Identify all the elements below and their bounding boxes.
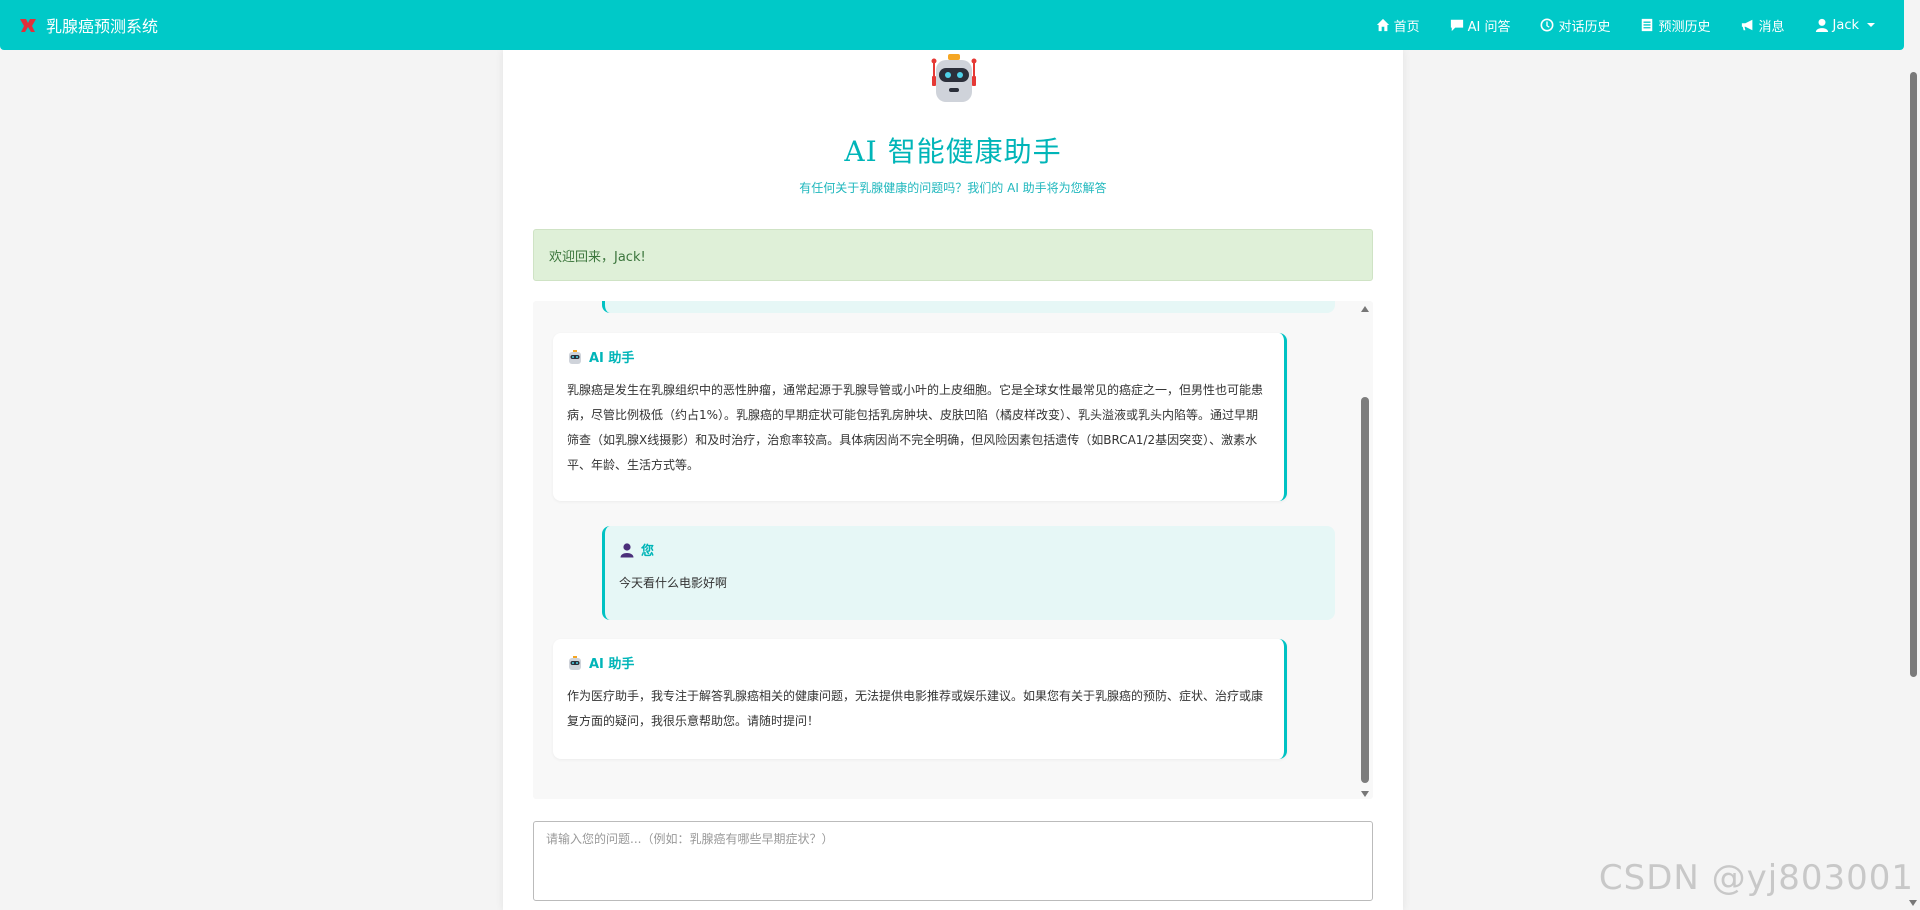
nav-chat-history[interactable]: 对话历史 [1525, 0, 1625, 50]
welcome-alert: 欢迎回来，Jack! [533, 229, 1373, 281]
chat-message-ai: AI 助手 作为医疗助手，我专注于解答乳腺癌相关的健康问题，无法提供电影推荐或娱… [553, 639, 1287, 759]
watermark: CSDN @yj803001 [1598, 858, 1914, 898]
scroll-up-arrow-icon[interactable] [1361, 306, 1369, 312]
nav-chat-history-label: 对话历史 [1558, 19, 1611, 35]
page-scrollbar-thumb[interactable] [1910, 72, 1917, 677]
message-header: AI 助手 [567, 653, 1270, 672]
message-sender: 您 [641, 544, 655, 559]
nav-messages-label: 消息 [1758, 19, 1785, 35]
page-scroll-down-arrow-icon[interactable] [1909, 900, 1917, 906]
robot-avatar-icon [569, 349, 581, 364]
nav-menu: 首页 AI 问答 对话历史 预测历史 消息 Jack [1361, 0, 1890, 50]
nav-home-label: 首页 [1393, 19, 1420, 35]
nav-messages[interactable]: 消息 [1726, 0, 1800, 50]
message-sender: AI 助手 [589, 351, 635, 366]
brand-name: 乳腺癌预测系统 [46, 17, 159, 36]
nav-ai-qa-label: AI 问答 [1467, 19, 1511, 35]
chat-message-user: 您 今天看什么电影好啊 [602, 526, 1335, 620]
scroll-down-arrow-icon[interactable] [1361, 791, 1369, 797]
robot-avatar-icon [569, 655, 581, 670]
nav-user-name: Jack [1832, 17, 1859, 33]
robot-icon [931, 54, 977, 102]
brand[interactable]: 乳腺癌预测系统 [18, 13, 158, 37]
list-icon [1642, 18, 1653, 32]
message-header: AI 助手 [567, 347, 1270, 366]
clock-icon [1540, 18, 1554, 32]
bullhorn-icon [1741, 19, 1752, 31]
message-text: 乳腺癌是发生在乳腺组织中的恶性肿瘤，通常起源于乳腺导管或小叶的上皮细胞。它是全球… [567, 383, 1264, 472]
nav-prediction-history-label: 预测历史 [1658, 19, 1711, 35]
message-text: 作为医疗助手，我专注于解答乳腺癌相关的健康问题，无法提供电影推荐或娱乐建议。如果… [567, 689, 1264, 728]
comment-icon [1450, 19, 1463, 32]
chevron-down-icon [1867, 23, 1875, 27]
user-avatar-icon [620, 542, 634, 557]
question-input[interactable] [533, 821, 1373, 901]
previous-message-partial [602, 301, 1335, 313]
chat-scrollbar-thumb[interactable] [1361, 397, 1369, 783]
nav-prediction-history[interactable]: 预测历史 [1625, 0, 1725, 50]
message-header: 您 [619, 540, 1321, 559]
ribbon-logo-icon [20, 19, 36, 32]
page-scrollbar[interactable] [1906, 0, 1920, 910]
navbar: 乳腺癌预测系统 首页 AI 问答 对话历史 预测历史 消息 Jack [0, 0, 1904, 50]
message-text: 今天看什么电影好啊 [619, 576, 728, 590]
main-card: AI 智能健康助手 有任何关于乳腺健康的问题吗？我们的 AI 助手将为您解答 欢… [503, 50, 1403, 910]
chat-window[interactable]: AI 助手 乳腺癌是发生在乳腺组织中的恶性肿瘤，通常起源于乳腺导管或小叶的上皮细… [533, 301, 1373, 799]
nav-ai-qa[interactable]: AI 问答 [1435, 0, 1526, 50]
chat-message-ai: AI 助手 乳腺癌是发生在乳腺组织中的恶性肿瘤，通常起源于乳腺导管或小叶的上皮细… [553, 333, 1287, 501]
message-sender: AI 助手 [589, 657, 635, 672]
user-icon [1815, 18, 1828, 32]
nav-home[interactable]: 首页 [1361, 0, 1435, 50]
page-subtitle: 有任何关于乳腺健康的问题吗？我们的 AI 助手将为您解答 [799, 181, 1107, 195]
nav-user-menu[interactable]: Jack [1800, 0, 1890, 50]
page-title: AI 智能健康助手 [844, 135, 1062, 168]
home-icon [1376, 18, 1389, 32]
chat-scrollbar[interactable] [1359, 301, 1371, 799]
